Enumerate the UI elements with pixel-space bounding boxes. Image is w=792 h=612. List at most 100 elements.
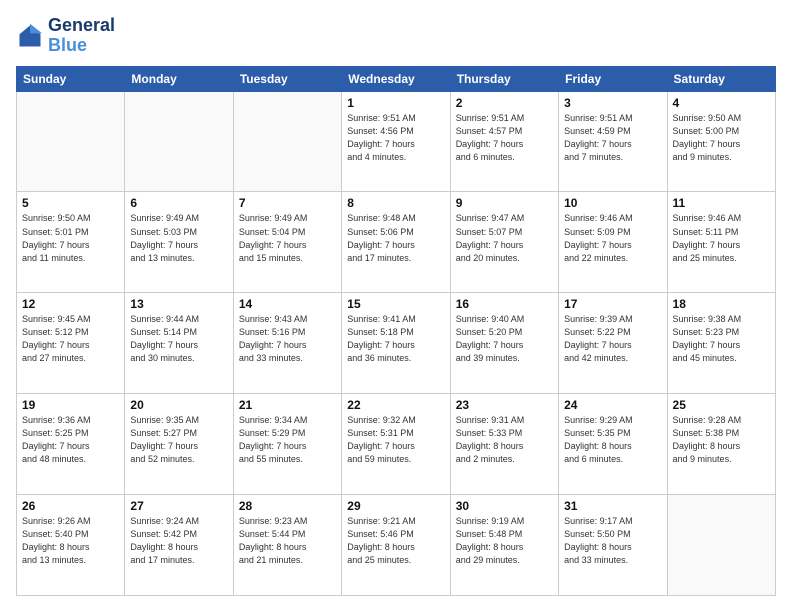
page: General Blue SundayMondayTuesdayWednesda… bbox=[0, 0, 792, 612]
calendar-cell: 28 Sunrise: 9:23 AM Sunset: 5:44 PM Dayli… bbox=[233, 495, 341, 596]
calendar-cell: 22 Sunrise: 9:32 AM Sunset: 5:31 PM Dayli… bbox=[342, 394, 450, 495]
calendar-cell: 11 Sunrise: 9:46 AM Sunset: 5:11 PM Dayli… bbox=[667, 192, 775, 293]
calendar-table: SundayMondayTuesdayWednesdayThursdayFrid… bbox=[16, 66, 776, 596]
day-number: 22 bbox=[347, 398, 444, 412]
day-number: 8 bbox=[347, 196, 444, 210]
day-number: 16 bbox=[456, 297, 553, 311]
day-info: Sunrise: 9:19 AM Sunset: 5:48 PM Dayligh… bbox=[456, 515, 553, 567]
logo-icon bbox=[16, 22, 44, 50]
day-number: 19 bbox=[22, 398, 119, 412]
day-info: Sunrise: 9:50 AM Sunset: 5:00 PM Dayligh… bbox=[673, 112, 770, 164]
day-number: 10 bbox=[564, 196, 661, 210]
day-number: 28 bbox=[239, 499, 336, 513]
day-number: 11 bbox=[673, 196, 770, 210]
calendar-cell bbox=[233, 91, 341, 192]
day-number: 1 bbox=[347, 96, 444, 110]
day-info: Sunrise: 9:21 AM Sunset: 5:46 PM Dayligh… bbox=[347, 515, 444, 567]
day-info: Sunrise: 9:46 AM Sunset: 5:11 PM Dayligh… bbox=[673, 212, 770, 264]
calendar-cell: 8 Sunrise: 9:48 AM Sunset: 5:06 PM Daylig… bbox=[342, 192, 450, 293]
calendar-cell: 3Sunrise: 9:51 AM Sunset: 4:59 PM Daylig… bbox=[559, 91, 667, 192]
day-number: 14 bbox=[239, 297, 336, 311]
calendar-cell: 17 Sunrise: 9:39 AM Sunset: 5:22 PM Dayli… bbox=[559, 293, 667, 394]
logo-text: General Blue bbox=[48, 16, 115, 56]
calendar-header-saturday: Saturday bbox=[667, 66, 775, 91]
day-number: 13 bbox=[130, 297, 227, 311]
day-info: Sunrise: 9:39 AM Sunset: 5:22 PM Dayligh… bbox=[564, 313, 661, 365]
day-number: 18 bbox=[673, 297, 770, 311]
calendar-week-row: 5 Sunrise: 9:50 AM Sunset: 5:01 PM Daylig… bbox=[17, 192, 776, 293]
calendar-cell: 21 Sunrise: 9:34 AM Sunset: 5:29 PM Dayli… bbox=[233, 394, 341, 495]
day-number: 15 bbox=[347, 297, 444, 311]
calendar-header-friday: Friday bbox=[559, 66, 667, 91]
day-number: 6 bbox=[130, 196, 227, 210]
day-info: Sunrise: 9:49 AM Sunset: 5:04 PM Dayligh… bbox=[239, 212, 336, 264]
day-number: 29 bbox=[347, 499, 444, 513]
calendar-header-sunday: Sunday bbox=[17, 66, 125, 91]
day-info: Sunrise: 9:24 AM Sunset: 5:42 PM Dayligh… bbox=[130, 515, 227, 567]
day-info: Sunrise: 9:23 AM Sunset: 5:44 PM Dayligh… bbox=[239, 515, 336, 567]
calendar-cell: 27 Sunrise: 9:24 AM Sunset: 5:42 PM Dayli… bbox=[125, 495, 233, 596]
day-number: 17 bbox=[564, 297, 661, 311]
day-info: Sunrise: 9:28 AM Sunset: 5:38 PM Dayligh… bbox=[673, 414, 770, 466]
day-info: Sunrise: 9:29 AM Sunset: 5:35 PM Dayligh… bbox=[564, 414, 661, 466]
day-info: Sunrise: 9:34 AM Sunset: 5:29 PM Dayligh… bbox=[239, 414, 336, 466]
day-number: 24 bbox=[564, 398, 661, 412]
day-info: Sunrise: 9:51 AM Sunset: 4:57 PM Dayligh… bbox=[456, 112, 553, 164]
calendar-cell: 6Sunrise: 9:49 AM Sunset: 5:03 PM Daylig… bbox=[125, 192, 233, 293]
calendar-cell: 25 Sunrise: 9:28 AM Sunset: 5:38 PM Dayli… bbox=[667, 394, 775, 495]
calendar-week-row: 19Sunrise: 9:36 AM Sunset: 5:25 PM Dayli… bbox=[17, 394, 776, 495]
calendar-cell: 13 Sunrise: 9:44 AM Sunset: 5:14 PM Dayli… bbox=[125, 293, 233, 394]
logo: General Blue bbox=[16, 16, 115, 56]
calendar-cell: 29 Sunrise: 9:21 AM Sunset: 5:46 PM Dayli… bbox=[342, 495, 450, 596]
calendar-cell: 24 Sunrise: 9:29 AM Sunset: 5:35 PM Dayli… bbox=[559, 394, 667, 495]
calendar-week-row: 26 Sunrise: 9:26 AM Sunset: 5:40 PM Dayli… bbox=[17, 495, 776, 596]
calendar-cell: 30 Sunrise: 9:19 AM Sunset: 5:48 PM Dayli… bbox=[450, 495, 558, 596]
calendar-cell: 19Sunrise: 9:36 AM Sunset: 5:25 PM Dayli… bbox=[17, 394, 125, 495]
calendar-cell: 14Sunrise: 9:43 AM Sunset: 5:16 PM Dayli… bbox=[233, 293, 341, 394]
day-info: Sunrise: 9:41 AM Sunset: 5:18 PM Dayligh… bbox=[347, 313, 444, 365]
header: General Blue bbox=[16, 16, 776, 56]
calendar-cell: 5 Sunrise: 9:50 AM Sunset: 5:01 PM Daylig… bbox=[17, 192, 125, 293]
day-info: Sunrise: 9:46 AM Sunset: 5:09 PM Dayligh… bbox=[564, 212, 661, 264]
calendar-header-wednesday: Wednesday bbox=[342, 66, 450, 91]
day-number: 2 bbox=[456, 96, 553, 110]
day-number: 23 bbox=[456, 398, 553, 412]
day-info: Sunrise: 9:50 AM Sunset: 5:01 PM Dayligh… bbox=[22, 212, 119, 264]
day-info: Sunrise: 9:17 AM Sunset: 5:50 PM Dayligh… bbox=[564, 515, 661, 567]
day-number: 30 bbox=[456, 499, 553, 513]
day-info: Sunrise: 9:40 AM Sunset: 5:20 PM Dayligh… bbox=[456, 313, 553, 365]
calendar-cell bbox=[125, 91, 233, 192]
calendar-header-tuesday: Tuesday bbox=[233, 66, 341, 91]
day-info: Sunrise: 9:48 AM Sunset: 5:06 PM Dayligh… bbox=[347, 212, 444, 264]
day-number: 7 bbox=[239, 196, 336, 210]
day-number: 5 bbox=[22, 196, 119, 210]
calendar-cell: 7 Sunrise: 9:49 AM Sunset: 5:04 PM Daylig… bbox=[233, 192, 341, 293]
day-number: 20 bbox=[130, 398, 227, 412]
calendar-cell: 9Sunrise: 9:47 AM Sunset: 5:07 PM Daylig… bbox=[450, 192, 558, 293]
day-number: 25 bbox=[673, 398, 770, 412]
day-info: Sunrise: 9:26 AM Sunset: 5:40 PM Dayligh… bbox=[22, 515, 119, 567]
day-info: Sunrise: 9:51 AM Sunset: 4:56 PM Dayligh… bbox=[347, 112, 444, 164]
day-number: 31 bbox=[564, 499, 661, 513]
day-number: 21 bbox=[239, 398, 336, 412]
calendar-cell: 1 Sunrise: 9:51 AM Sunset: 4:56 PM Daylig… bbox=[342, 91, 450, 192]
day-number: 12 bbox=[22, 297, 119, 311]
day-number: 3 bbox=[564, 96, 661, 110]
calendar-cell: 18Sunrise: 9:38 AM Sunset: 5:23 PM Dayli… bbox=[667, 293, 775, 394]
calendar-cell: 31 Sunrise: 9:17 AM Sunset: 5:50 PM Dayli… bbox=[559, 495, 667, 596]
calendar-cell bbox=[667, 495, 775, 596]
calendar-header-thursday: Thursday bbox=[450, 66, 558, 91]
calendar-cell: 20 Sunrise: 9:35 AM Sunset: 5:27 PM Dayli… bbox=[125, 394, 233, 495]
day-info: Sunrise: 9:32 AM Sunset: 5:31 PM Dayligh… bbox=[347, 414, 444, 466]
day-info: Sunrise: 9:35 AM Sunset: 5:27 PM Dayligh… bbox=[130, 414, 227, 466]
day-info: Sunrise: 9:47 AM Sunset: 5:07 PM Dayligh… bbox=[456, 212, 553, 264]
calendar-header-row: SundayMondayTuesdayWednesdayThursdayFrid… bbox=[17, 66, 776, 91]
day-number: 26 bbox=[22, 499, 119, 513]
day-info: Sunrise: 9:45 AM Sunset: 5:12 PM Dayligh… bbox=[22, 313, 119, 365]
day-info: Sunrise: 9:44 AM Sunset: 5:14 PM Dayligh… bbox=[130, 313, 227, 365]
calendar-cell: 26 Sunrise: 9:26 AM Sunset: 5:40 PM Dayli… bbox=[17, 495, 125, 596]
day-number: 27 bbox=[130, 499, 227, 513]
calendar-cell bbox=[17, 91, 125, 192]
calendar-cell: 23Sunrise: 9:31 AM Sunset: 5:33 PM Dayli… bbox=[450, 394, 558, 495]
calendar-cell: 12 Sunrise: 9:45 AM Sunset: 5:12 PM Dayli… bbox=[17, 293, 125, 394]
